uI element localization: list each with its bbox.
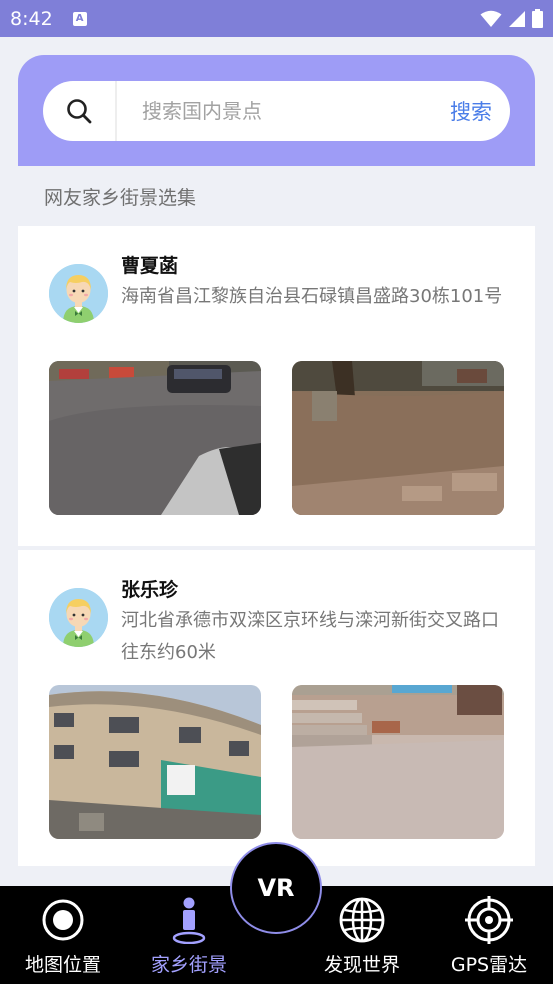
post-card[interactable]: 曹夏菡 海南省昌江黎族自治县石碌镇昌盛路30栋101号 (18, 226, 535, 546)
search-input[interactable] (117, 99, 450, 123)
avatar-icon (49, 588, 108, 647)
search-icon[interactable] (43, 81, 117, 141)
nav-label: 地图位置 (24, 954, 101, 976)
street-view-photo[interactable] (49, 685, 261, 839)
globe-icon (338, 896, 386, 944)
section-title: 网友家乡街景选集 (44, 187, 197, 209)
nav-label: GPS雷达 (450, 954, 528, 976)
vr-button[interactable]: VR (230, 842, 322, 934)
status-icons (480, 9, 543, 28)
post-author-name: 曹夏菡 (121, 255, 179, 277)
radar-icon (465, 896, 513, 944)
a-letter-icon: A (72, 11, 87, 26)
nav-label: 家乡街景 (150, 954, 227, 976)
nav-item-gps-radar[interactable]: GPS雷达 (434, 886, 544, 984)
person-pin-icon (171, 896, 207, 944)
target-icon (41, 896, 85, 944)
search-card: 搜索 (18, 55, 535, 166)
street-view-photo[interactable] (292, 361, 504, 515)
search-box: 搜索 (43, 81, 510, 141)
post-card[interactable]: 张乐珍 河北省承德市双滦区京环线与滦河新街交叉路口往东约60米 (18, 550, 535, 866)
status-time: 8:42 (10, 7, 53, 30)
post-address: 河北省承德市双滦区京环线与滦河新街交叉路口往东约60米 (121, 610, 499, 663)
post-address: 海南省昌江黎族自治县石碌镇昌盛路30栋101号 (121, 286, 503, 307)
nav-label: 发现世界 (323, 954, 400, 976)
street-view-photo[interactable] (292, 685, 504, 839)
nav-item-discover[interactable]: 发现世界 (307, 886, 417, 984)
search-button[interactable]: 搜索 (450, 96, 510, 126)
nav-item-map[interactable]: 地图位置 (8, 886, 118, 984)
battery-icon (532, 9, 543, 28)
street-view-photo[interactable] (49, 361, 261, 515)
post-author-name: 张乐珍 (121, 579, 179, 601)
wifi-icon (480, 10, 502, 27)
signal-icon (509, 10, 525, 27)
status-bar: 8:42 A (0, 0, 553, 37)
avatar-icon (49, 264, 108, 323)
nav-item-hometown[interactable]: 家乡街景 (134, 886, 244, 984)
vr-label: VR (257, 874, 295, 902)
